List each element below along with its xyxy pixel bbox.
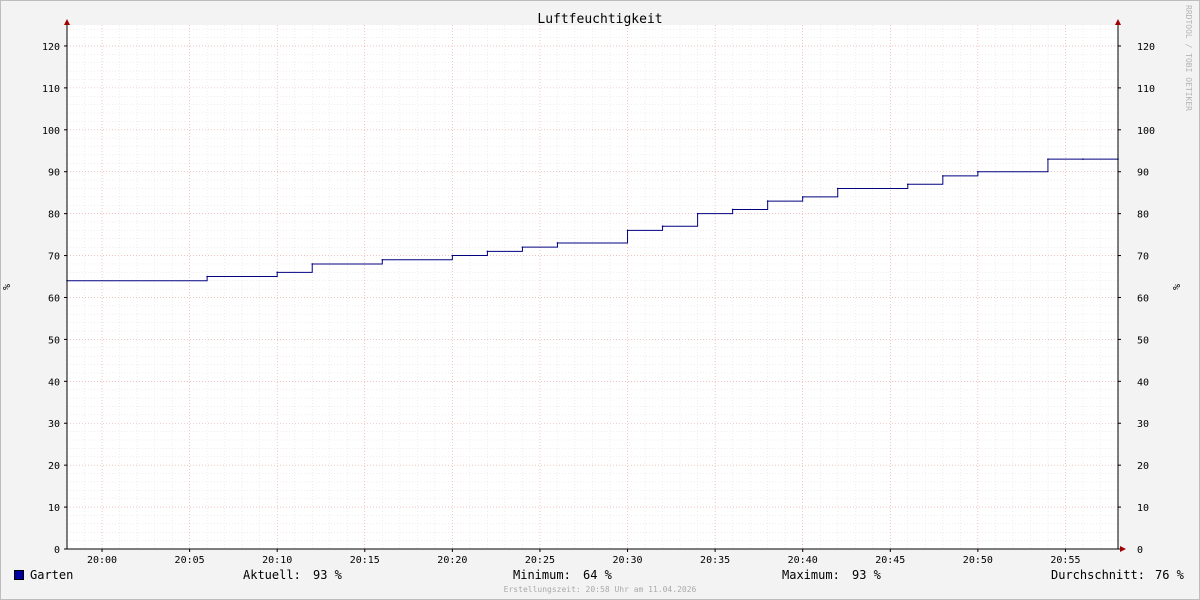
y-tick-label-left: 10	[48, 503, 60, 514]
legend-current-label: Aktuell:	[243, 568, 301, 582]
data-point	[836, 187, 839, 190]
y-tick-label-left: 80	[48, 210, 60, 221]
data-point	[626, 229, 629, 232]
data-point	[801, 196, 804, 198]
legend-min-value: 64 %	[583, 568, 612, 582]
x-tick-label: 20:30	[612, 555, 642, 566]
data-point	[696, 212, 699, 215]
y-tick-label-left: 50	[48, 335, 60, 346]
data-point	[661, 225, 664, 228]
y-tick-label-right: 90	[1137, 168, 1149, 179]
x-tick-label: 20:50	[963, 555, 993, 566]
data-point	[1047, 158, 1049, 160]
y-tick-label-right: 20	[1137, 461, 1149, 472]
legend-max-value: 93 %	[852, 568, 881, 582]
y-tick-label-left: 0	[54, 545, 60, 556]
watermark: RRDTOOL / TOBI OETIKER	[1184, 5, 1193, 111]
y-tick-label-left: 60	[48, 293, 60, 304]
y-axis-label-left: %	[2, 284, 13, 290]
data-point	[311, 263, 314, 265]
data-point	[731, 208, 734, 211]
x-tick-label: 20:45	[875, 555, 905, 566]
y-tick-label-right: 0	[1137, 545, 1143, 556]
x-tick-label: 20:25	[525, 555, 555, 566]
legend-current-value: 93 %	[313, 568, 342, 582]
data-point	[907, 183, 909, 186]
data-point	[942, 175, 944, 177]
legend-min-label: Minimum:	[513, 568, 571, 582]
y-tick-label-right: 50	[1137, 335, 1149, 346]
y-axis-label-right: %	[1172, 284, 1183, 290]
x-tick-label: 20:10	[262, 555, 292, 566]
data-point	[381, 258, 384, 261]
creation-time-footer: Erstellungszeit: 20:58 Uhr am 11.04.2026	[503, 585, 697, 594]
data-point	[556, 242, 559, 244]
humidity-chart: 20:00 20:05 20:10 20:15 20:20 20:25 20:30 20:35…	[2, 12, 1183, 566]
y-tick-label-right: 120	[1137, 42, 1155, 53]
data-point	[521, 246, 524, 248]
y-axis-left-arrow	[64, 19, 70, 25]
x-tick-label: 20:15	[350, 555, 380, 566]
x-tick-label: 20:35	[700, 555, 730, 566]
legend-avg-label: Durchschnitt:	[1051, 568, 1145, 582]
y-tick-label-left: 120	[42, 42, 60, 53]
y-tick-label-left: 90	[48, 168, 60, 179]
y-tick-label-right: 30	[1137, 419, 1149, 430]
y-tick-label-right: 10	[1137, 503, 1149, 514]
legend-avg-value: 76 %	[1155, 568, 1184, 582]
x-tick-label: 20:00	[87, 555, 117, 566]
data-point	[486, 250, 489, 253]
x-tick-label: 20:40	[788, 555, 818, 566]
y-tick-label-right: 60	[1137, 293, 1149, 304]
y-tick-label-left: 20	[48, 461, 60, 472]
data-point	[766, 200, 769, 202]
x-tick-label: 20:55	[1050, 555, 1080, 566]
data-point	[977, 170, 979, 173]
legend-swatch-garten	[14, 570, 24, 580]
y-tick-label-right: 100	[1137, 126, 1155, 137]
x-tick-label: 20:05	[175, 555, 205, 566]
y-tick-label-left: 30	[48, 419, 60, 430]
legend-series-name: Garten	[30, 568, 74, 582]
y-tick-label-right: 110	[1137, 84, 1155, 95]
y-tick-label-left: 100	[42, 126, 60, 137]
y-tick-label-left: 70	[48, 252, 60, 263]
data-point	[276, 271, 279, 274]
data-point	[451, 254, 454, 257]
data-point	[206, 275, 208, 278]
x-axis-arrow	[1120, 546, 1126, 552]
y-axis-right-arrow	[1115, 19, 1121, 25]
y-tick-label-left: 110	[42, 84, 60, 95]
y-tick-label-left: 40	[48, 377, 60, 388]
x-tick-label: 20:20	[437, 555, 467, 566]
chart-title: Luftfeuchtigkeit	[537, 12, 662, 27]
data-point	[1082, 158, 1084, 160]
y-tick-label-right: 70	[1137, 252, 1149, 263]
y-tick-label-right: 40	[1137, 377, 1149, 388]
legend-max-label: Maximum:	[782, 568, 840, 582]
y-tick-label-right: 80	[1137, 210, 1149, 221]
